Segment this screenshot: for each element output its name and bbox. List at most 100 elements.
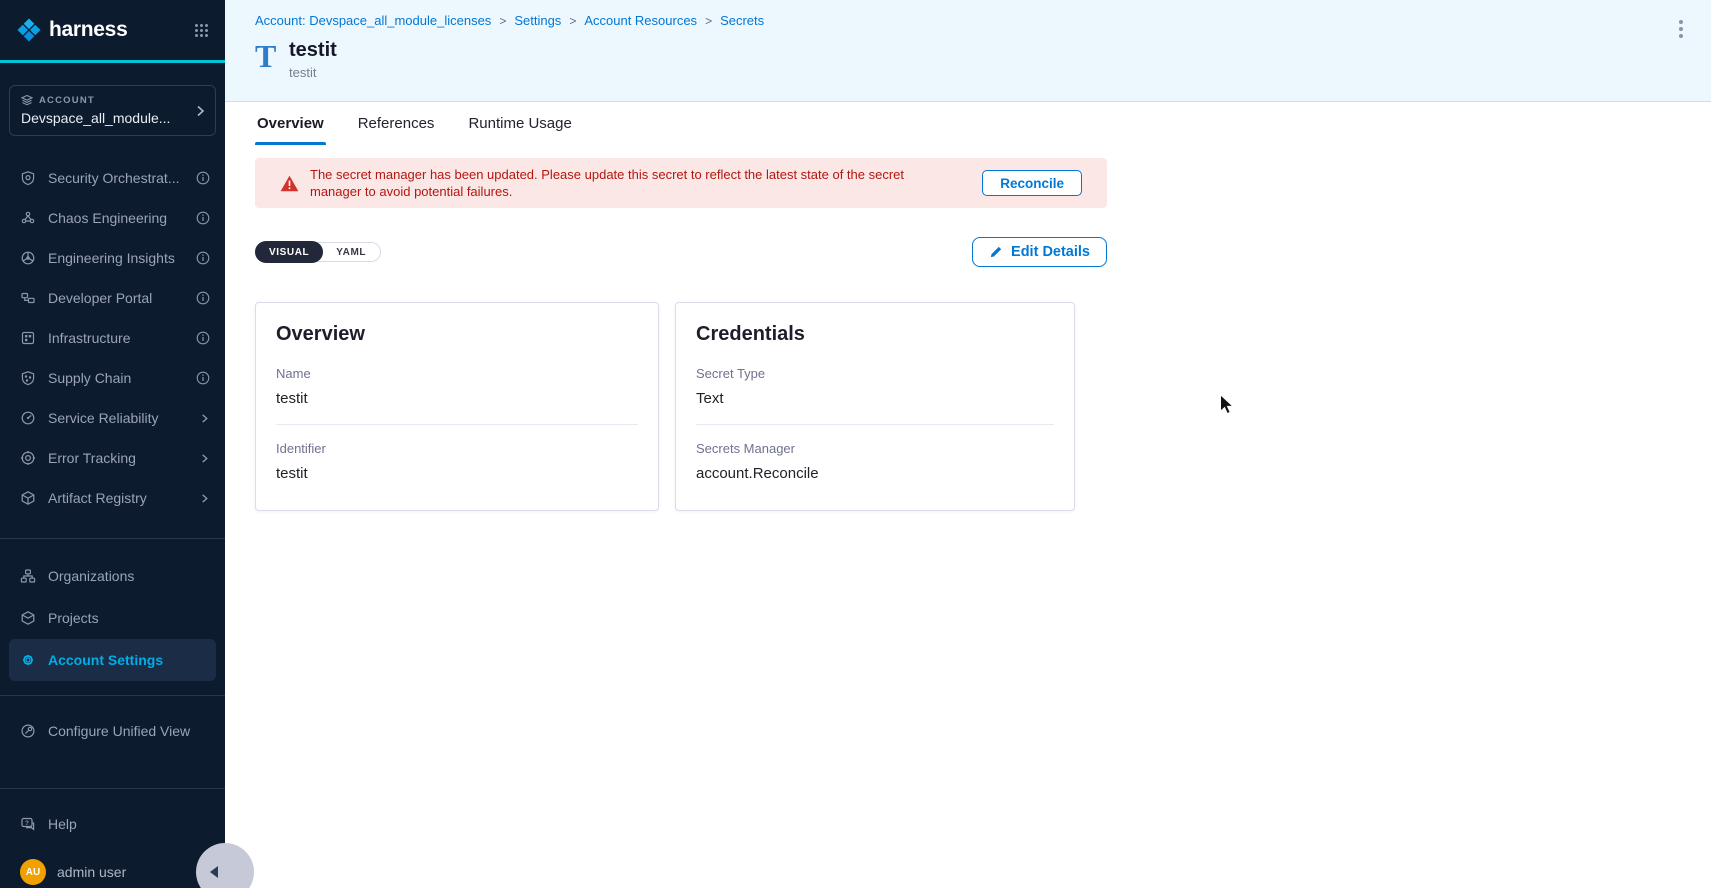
breadcrumb-settings[interactable]: Settings [514,13,561,28]
breadcrumb: Account: Devspace_all_module_licenses > … [255,13,1711,28]
account-selector[interactable]: ACCOUNT Devspace_all_module... [9,85,216,136]
breadcrumb-separator: > [499,14,506,28]
shield-icon [20,170,37,187]
logo-text: harness [49,18,127,42]
user-name: admin user [57,864,126,880]
info-icon[interactable] [196,291,210,305]
layers-icon [21,94,33,106]
field-label: Secrets Manager [696,441,1054,456]
sidebar-item-label: Security Orchestrat... [48,170,188,186]
target-icon [20,450,37,467]
sidebar-item-organizations[interactable]: Organizations [0,555,225,597]
info-icon[interactable] [196,171,210,185]
field-label: Name [276,366,638,381]
toggle-visual[interactable]: VISUAL [255,241,323,263]
sidebar-item-label: Configure Unified View [48,723,210,739]
tab-references[interactable]: References [356,102,437,145]
tab-bar: Overview References Runtime Usage [225,102,1711,145]
sidebar-item-security-orchestration[interactable]: Security Orchestrat... [0,158,225,198]
logo-row: harness [0,0,225,60]
more-options-icon[interactable] [1675,16,1687,42]
svg-text:?: ? [25,820,29,827]
sidebar-item-chaos-engineering[interactable]: Chaos Engineering [0,198,225,238]
sidebar-item-label: Error Tracking [48,450,191,466]
account-name: Devspace_all_module... [21,110,189,126]
chevron-right-icon [194,104,206,118]
warning-icon [280,175,299,192]
sidebar-item-supply-chain[interactable]: Supply Chain [0,358,225,398]
avatar: AU [20,859,46,885]
edit-details-label: Edit Details [1011,244,1090,260]
sidebar-divider [0,788,225,789]
main-area: Account: Devspace_all_module_licenses > … [225,0,1711,888]
breadcrumb-account[interactable]: Account: Devspace_all_module_licenses [255,13,491,28]
sidebar-item-label: Service Reliability [48,410,191,426]
sidebar-links: Organizations Projects Account Settings [0,555,225,681]
overview-card: Overview Name testit Identifier testit [255,302,659,511]
sidebar-item-label: Artifact Registry [48,490,191,506]
breadcrumb-separator: > [569,14,576,28]
user-menu[interactable]: AU admin user [0,859,225,885]
chevron-right-icon [199,413,210,424]
field-label: Secret Type [696,366,1054,381]
sidebar-item-label: Supply Chain [48,370,188,386]
sidebar-item-account-settings[interactable]: Account Settings [9,639,216,681]
reconcile-button[interactable]: Reconcile [982,170,1082,196]
sidebar-item-artifact-registry[interactable]: Artifact Registry [0,478,225,518]
info-icon[interactable] [196,251,210,265]
breadcrumb-account-resources[interactable]: Account Resources [584,13,697,28]
sidebar-item-error-tracking[interactable]: Error Tracking [0,438,225,478]
sidebar-divider [0,538,225,539]
harness-logo-icon [16,17,42,43]
chevron-left-icon [210,866,218,878]
card-title: Credentials [696,323,1054,346]
info-icon[interactable] [196,211,210,225]
package-icon [20,490,37,507]
sidebar-item-label: Projects [48,610,210,626]
field-label: Identifier [276,441,638,456]
gear-icon [20,652,37,669]
sidebar-item-projects[interactable]: Projects [0,597,225,639]
wrench-icon [20,723,37,740]
sidebar-item-service-reliability[interactable]: Service Reliability [0,398,225,438]
infrastructure-icon [20,330,37,347]
sidebar-item-help[interactable]: ? Help [0,803,225,845]
teal-accent-line [0,60,225,63]
sidebar-item-configure-unified-view[interactable]: Configure Unified View [0,710,225,752]
page-header: Account: Devspace_all_module_licenses > … [225,0,1711,102]
tab-runtime-usage[interactable]: Runtime Usage [466,102,573,145]
help-chat-icon: ? [20,816,37,833]
sidebar-item-developer-portal[interactable]: Developer Portal [0,278,225,318]
field-value: Text [696,390,1054,407]
sidebar-item-label: Help [48,816,210,832]
field-value: testit [276,390,638,407]
toggle-yaml[interactable]: YAML [322,242,380,262]
sidebar-item-label: Organizations [48,568,210,584]
secret-type-text-icon: T [255,39,287,80]
breadcrumb-secrets[interactable]: Secrets [720,13,764,28]
org-chart-icon [20,568,37,585]
developer-portal-icon [20,290,37,307]
warning-message: The secret manager has been updated. Ple… [310,166,950,200]
sidebar-item-label: Account Settings [48,652,210,668]
cube-icon [20,610,37,627]
chevron-right-icon [199,493,210,504]
sidebar-item-engineering-insights[interactable]: Engineering Insights [0,238,225,278]
field-identifier: Identifier testit [276,441,638,482]
page-title: testit [289,39,337,62]
sidebar: harness ACCOUNT Devspace_all_module... [0,0,225,888]
supply-chain-icon [20,370,37,387]
field-divider [696,424,1054,425]
field-divider [276,424,638,425]
field-value: account.Reconcile [696,465,1054,482]
info-icon[interactable] [196,371,210,385]
sidebar-item-label: Infrastructure [48,330,188,346]
secret-manager-warning-banner: The secret manager has been updated. Ple… [255,158,1107,208]
info-icon[interactable] [196,331,210,345]
module-grid-icon[interactable] [194,23,209,38]
insights-icon [20,250,37,267]
tab-overview[interactable]: Overview [255,102,326,145]
edit-details-button[interactable]: Edit Details [972,237,1107,267]
field-secret-type: Secret Type Text [696,366,1054,407]
sidebar-item-infrastructure[interactable]: Infrastructure [0,318,225,358]
